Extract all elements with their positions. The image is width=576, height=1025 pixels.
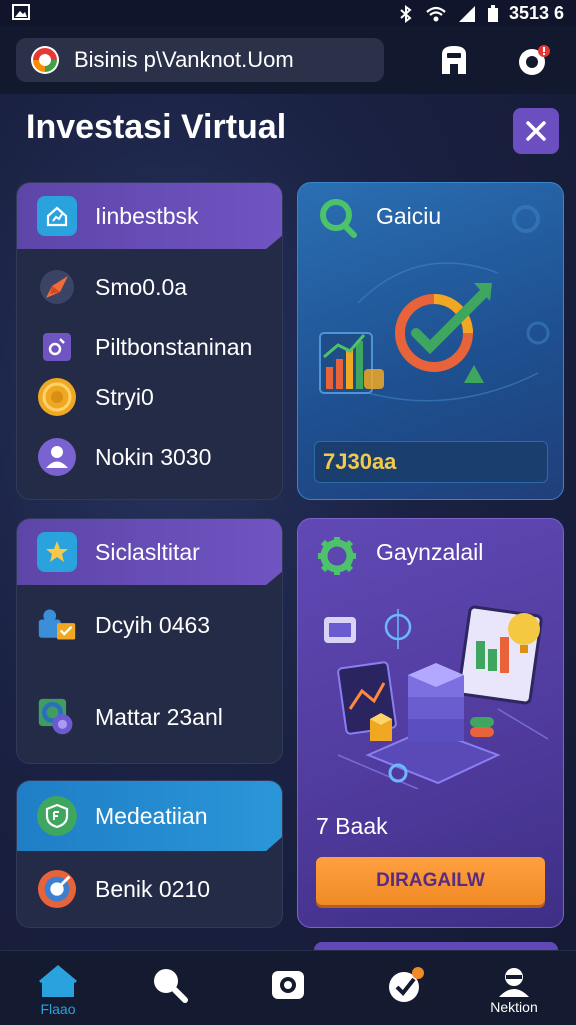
coin-icon	[37, 377, 77, 417]
browser-toolbar: Bisinis p\Vanknot.Uom	[0, 26, 576, 94]
mediation-card-header: Medeatiian	[17, 781, 282, 851]
growth-value: 7J30aa	[323, 449, 397, 474]
list-item-label: Benik 0210	[95, 875, 211, 902]
battery-icon	[487, 4, 498, 22]
gain-card-subtitle: 7 Baak	[316, 813, 388, 839]
next-card-peek	[314, 942, 558, 950]
check-badge-icon	[389, 967, 424, 1002]
url-text: Bisinis p\Vanknot.Uom	[74, 47, 294, 72]
list-item-label: Stryi0	[95, 383, 154, 410]
rocket-icon	[37, 267, 77, 307]
list-item[interactable]: Smo0.0a	[37, 267, 187, 307]
investment-card-title: Iinbestbsk	[95, 202, 199, 229]
list-item[interactable]: Mattar 23anl	[37, 697, 223, 737]
server-illustration	[324, 605, 549, 789]
list-item[interactable]: Benik 0210	[37, 869, 210, 909]
status-time: 3513 6	[508, 3, 564, 23]
list-item[interactable]: Nokin 3030	[37, 437, 211, 477]
gain-action-label: DIRAGAILW	[376, 870, 485, 891]
list-item[interactable]: Stryi0	[37, 377, 154, 417]
investment-card[interactable]: Iinbestbsk Smo0.0a Piltbonstaninan Stryi…	[16, 182, 283, 500]
wifi-icon	[426, 6, 446, 21]
statistics-card[interactable]: Siclasltitar Dcyih 0463 Mattar 23anl	[16, 518, 283, 764]
search-icon	[154, 969, 188, 1003]
bluetooth-icon	[400, 4, 412, 23]
gear-icon	[318, 537, 356, 575]
page-title: Investasi Virtual	[26, 108, 287, 146]
growth-card[interactable]: Gaiciu 7J30aa	[297, 182, 564, 500]
target-icon	[37, 869, 77, 909]
list-item-label: Mattar 23anl	[95, 703, 223, 730]
site-logo-icon	[31, 46, 59, 74]
nav-search[interactable]	[140, 965, 200, 1025]
list-item[interactable]: Piltbonstaninan	[37, 327, 252, 367]
notification-icon[interactable]	[516, 42, 552, 78]
house-chart-icon	[37, 196, 77, 236]
investment-card-header: Iinbestbsk	[17, 183, 282, 249]
signal-icon	[458, 5, 475, 22]
list-item-label: Nokin 3030	[95, 443, 212, 470]
gain-card[interactable]: Gaynzalail 7 Baak DIRAGAILW	[297, 518, 564, 928]
growth-value-box: 7J30aa	[314, 441, 548, 483]
status-bar: 3513 6	[0, 0, 576, 26]
close-button[interactable]	[513, 108, 559, 154]
list-item-label: Dcyih 0463	[95, 611, 211, 638]
mediation-card[interactable]: Medeatiian Benik 0210	[16, 780, 283, 928]
list-item-label: Smo0.0a	[95, 273, 188, 300]
gain-card-title: Gaynzalail	[376, 539, 484, 565]
statistics-card-header: Siclasltitar	[17, 519, 282, 585]
shield-icon	[37, 796, 77, 836]
briefcase-icon	[37, 605, 77, 645]
gain-action-button[interactable]: DIRAGAILW	[316, 857, 545, 905]
nav-camera[interactable]	[258, 965, 318, 1025]
profile-icon	[499, 968, 529, 997]
gear-icon	[37, 697, 77, 737]
star-icon	[37, 532, 77, 572]
user-icon	[37, 437, 77, 477]
list-item-label: Piltbonstaninan	[95, 333, 253, 360]
nav-profile[interactable]: Nektion	[484, 965, 544, 1025]
gallery-icon	[12, 4, 30, 20]
home-icon	[39, 965, 77, 997]
statistics-card-title: Siclasltitar	[95, 538, 200, 565]
bottom-navigation: Flaao Nektion	[0, 950, 576, 1025]
nav-check[interactable]	[376, 965, 436, 1025]
nav-home[interactable]: Flaao	[28, 965, 88, 1025]
nav-home-label: Flaao	[40, 1001, 76, 1017]
camera-icon	[272, 971, 304, 999]
close-icon	[526, 121, 546, 141]
nav-profile-label: Nektion	[490, 999, 538, 1015]
mediation-card-title: Medeatiian	[95, 802, 208, 829]
chart-icon	[37, 327, 77, 367]
url-field[interactable]: Bisinis p\Vanknot.Uom	[16, 38, 384, 82]
list-item[interactable]: Dcyih 0463	[37, 605, 210, 645]
home-house-icon[interactable]	[436, 42, 472, 78]
